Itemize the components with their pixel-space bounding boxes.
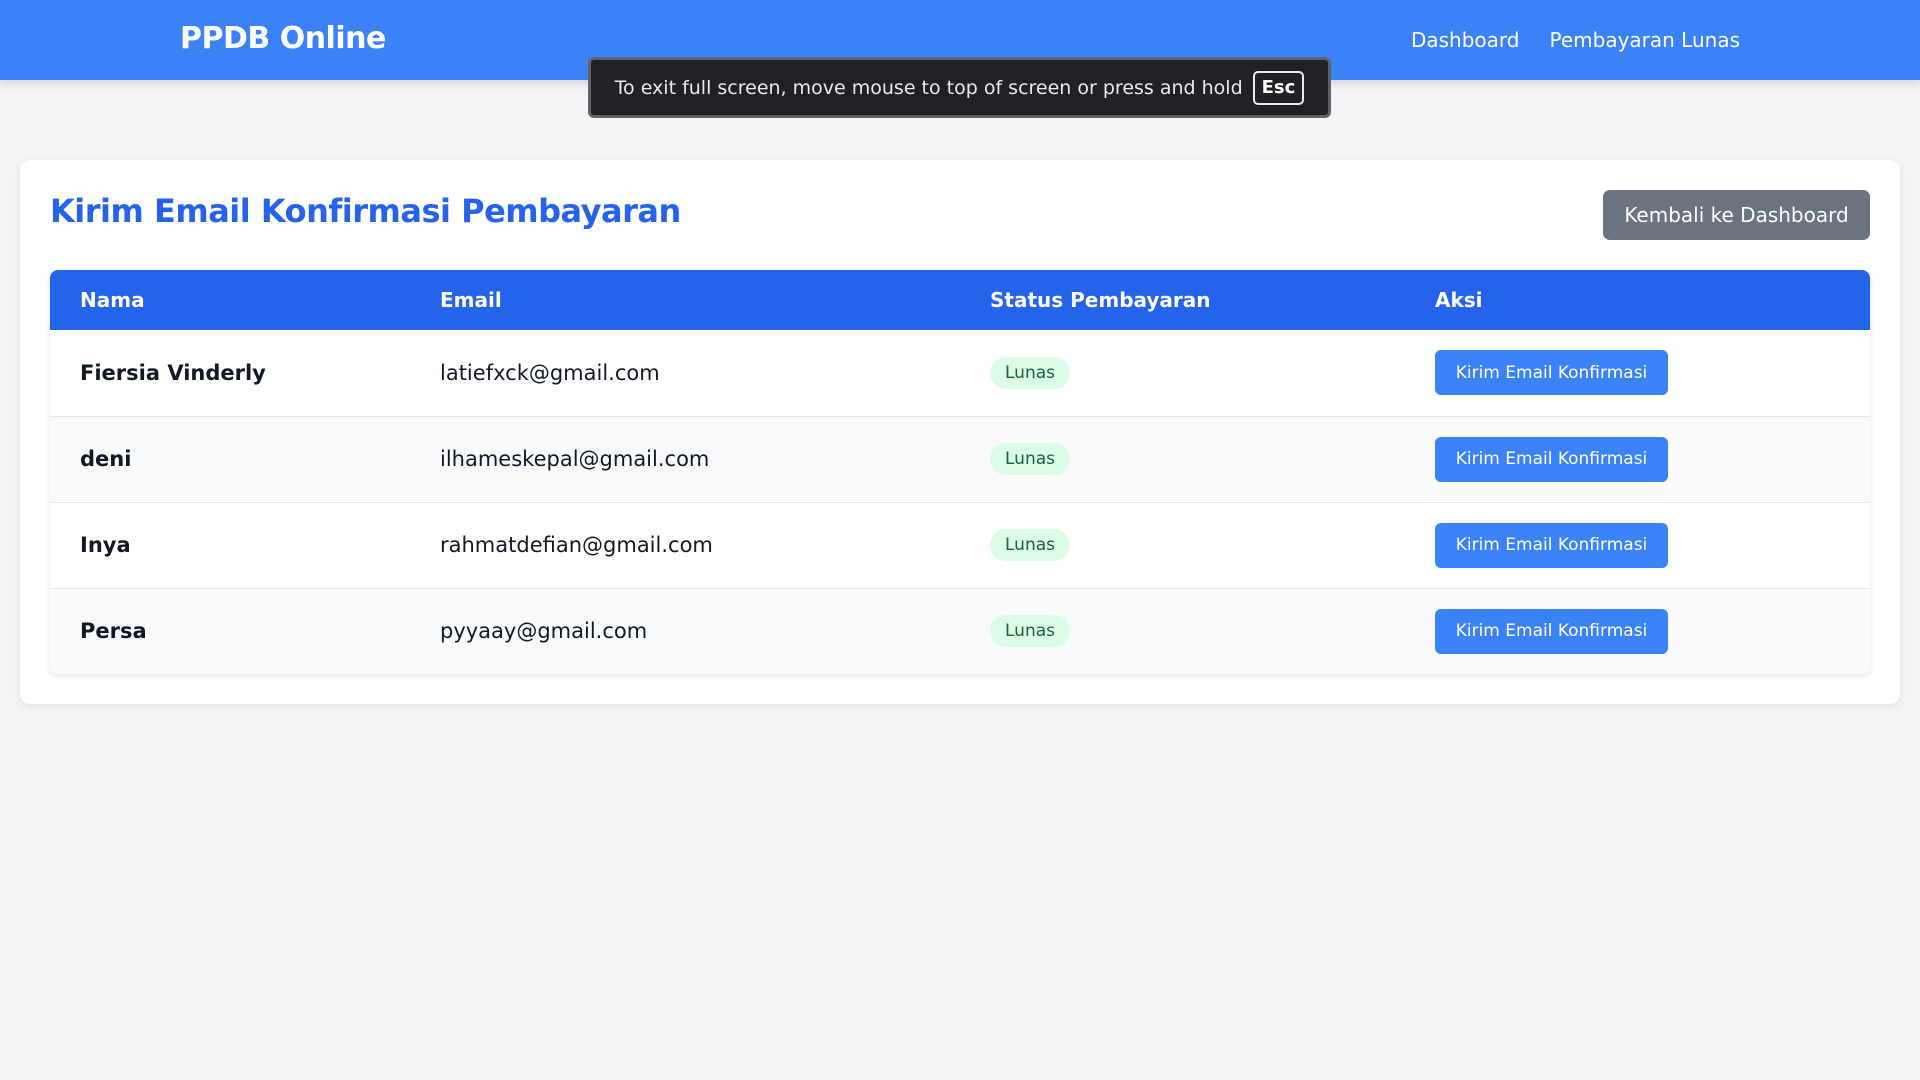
- cell-status: Lunas: [960, 330, 1405, 416]
- column-header-status: Status Pembayaran: [990, 288, 1211, 312]
- send-confirmation-email-button[interactable]: Kirim Email Konfirmasi: [1435, 350, 1668, 396]
- cell-aksi: Kirim Email Konfirmasi: [1405, 588, 1870, 674]
- table-header-row: Nama Email Status Pembayaran Aksi: [50, 270, 1870, 330]
- cell-status: Lunas: [960, 416, 1405, 502]
- status-badge: Lunas: [990, 356, 1070, 389]
- cell-nama: Fiersia Vinderly: [80, 360, 266, 385]
- column-header-email: Email: [440, 288, 502, 312]
- cell-aksi: Kirim Email Konfirmasi: [1405, 416, 1870, 502]
- nav-link-pembayaran-lunas[interactable]: Pembayaran Lunas: [1549, 28, 1740, 52]
- nav-link-dashboard[interactable]: Dashboard: [1411, 28, 1520, 52]
- cell-aksi: Kirim Email Konfirmasi: [1405, 502, 1870, 588]
- payments-table-container: Nama Email Status Pembayaran Aksi Fiersi…: [50, 270, 1870, 674]
- send-confirmation-email-button[interactable]: Kirim Email Konfirmasi: [1435, 436, 1668, 482]
- table-row: Inya rahmatdefian@gmail.com Lunas Kirim …: [50, 502, 1870, 588]
- main-card: Kirim Email Konfirmasi Pembayaran Kembal…: [20, 160, 1900, 704]
- status-badge: Lunas: [990, 615, 1070, 648]
- esc-key-badge: Esc: [1252, 70, 1305, 105]
- payments-table: Nama Email Status Pembayaran Aksi Fiersi…: [50, 270, 1870, 674]
- cell-email: ilhameskepal@gmail.com: [440, 447, 710, 471]
- column-header-nama: Nama: [80, 288, 145, 312]
- brand-logo[interactable]: PPDB Online: [180, 0, 386, 80]
- table-row: deni ilhameskepal@gmail.com Lunas Kirim …: [50, 416, 1870, 502]
- cell-nama: Persa: [80, 619, 147, 644]
- status-badge: Lunas: [990, 529, 1070, 561]
- send-confirmation-email-button[interactable]: Kirim Email Konfirmasi: [1435, 608, 1668, 654]
- cell-aksi: Kirim Email Konfirmasi: [1405, 330, 1870, 416]
- cell-nama: Inya: [80, 533, 131, 557]
- nav-links: Dashboard Pembayaran Lunas: [1411, 0, 1740, 80]
- back-to-dashboard-button[interactable]: Kembali ke Dashboard: [1603, 190, 1870, 240]
- status-badge: Lunas: [990, 443, 1070, 475]
- cell-status: Lunas: [960, 588, 1405, 674]
- cell-email: pyyaay@gmail.com: [440, 619, 648, 644]
- column-header-aksi: Aksi: [1435, 288, 1483, 312]
- cell-email: latiefxck@gmail.com: [440, 360, 660, 385]
- table-row: Fiersia Vinderly latiefxck@gmail.com Lun…: [50, 330, 1870, 416]
- fullscreen-notice-message: To exit full screen, move mouse to top o…: [614, 76, 1243, 99]
- table-row: Persa pyyaay@gmail.com Lunas Kirim Email…: [50, 588, 1870, 674]
- page-title: Kirim Email Konfirmasi Pembayaran: [50, 192, 681, 230]
- fullscreen-exit-notice: To exit full screen, move mouse to top o…: [588, 57, 1331, 118]
- send-confirmation-email-button[interactable]: Kirim Email Konfirmasi: [1435, 522, 1668, 568]
- cell-status: Lunas: [960, 502, 1405, 588]
- cell-nama: deni: [80, 447, 132, 471]
- cell-email: rahmatdefian@gmail.com: [440, 533, 713, 557]
